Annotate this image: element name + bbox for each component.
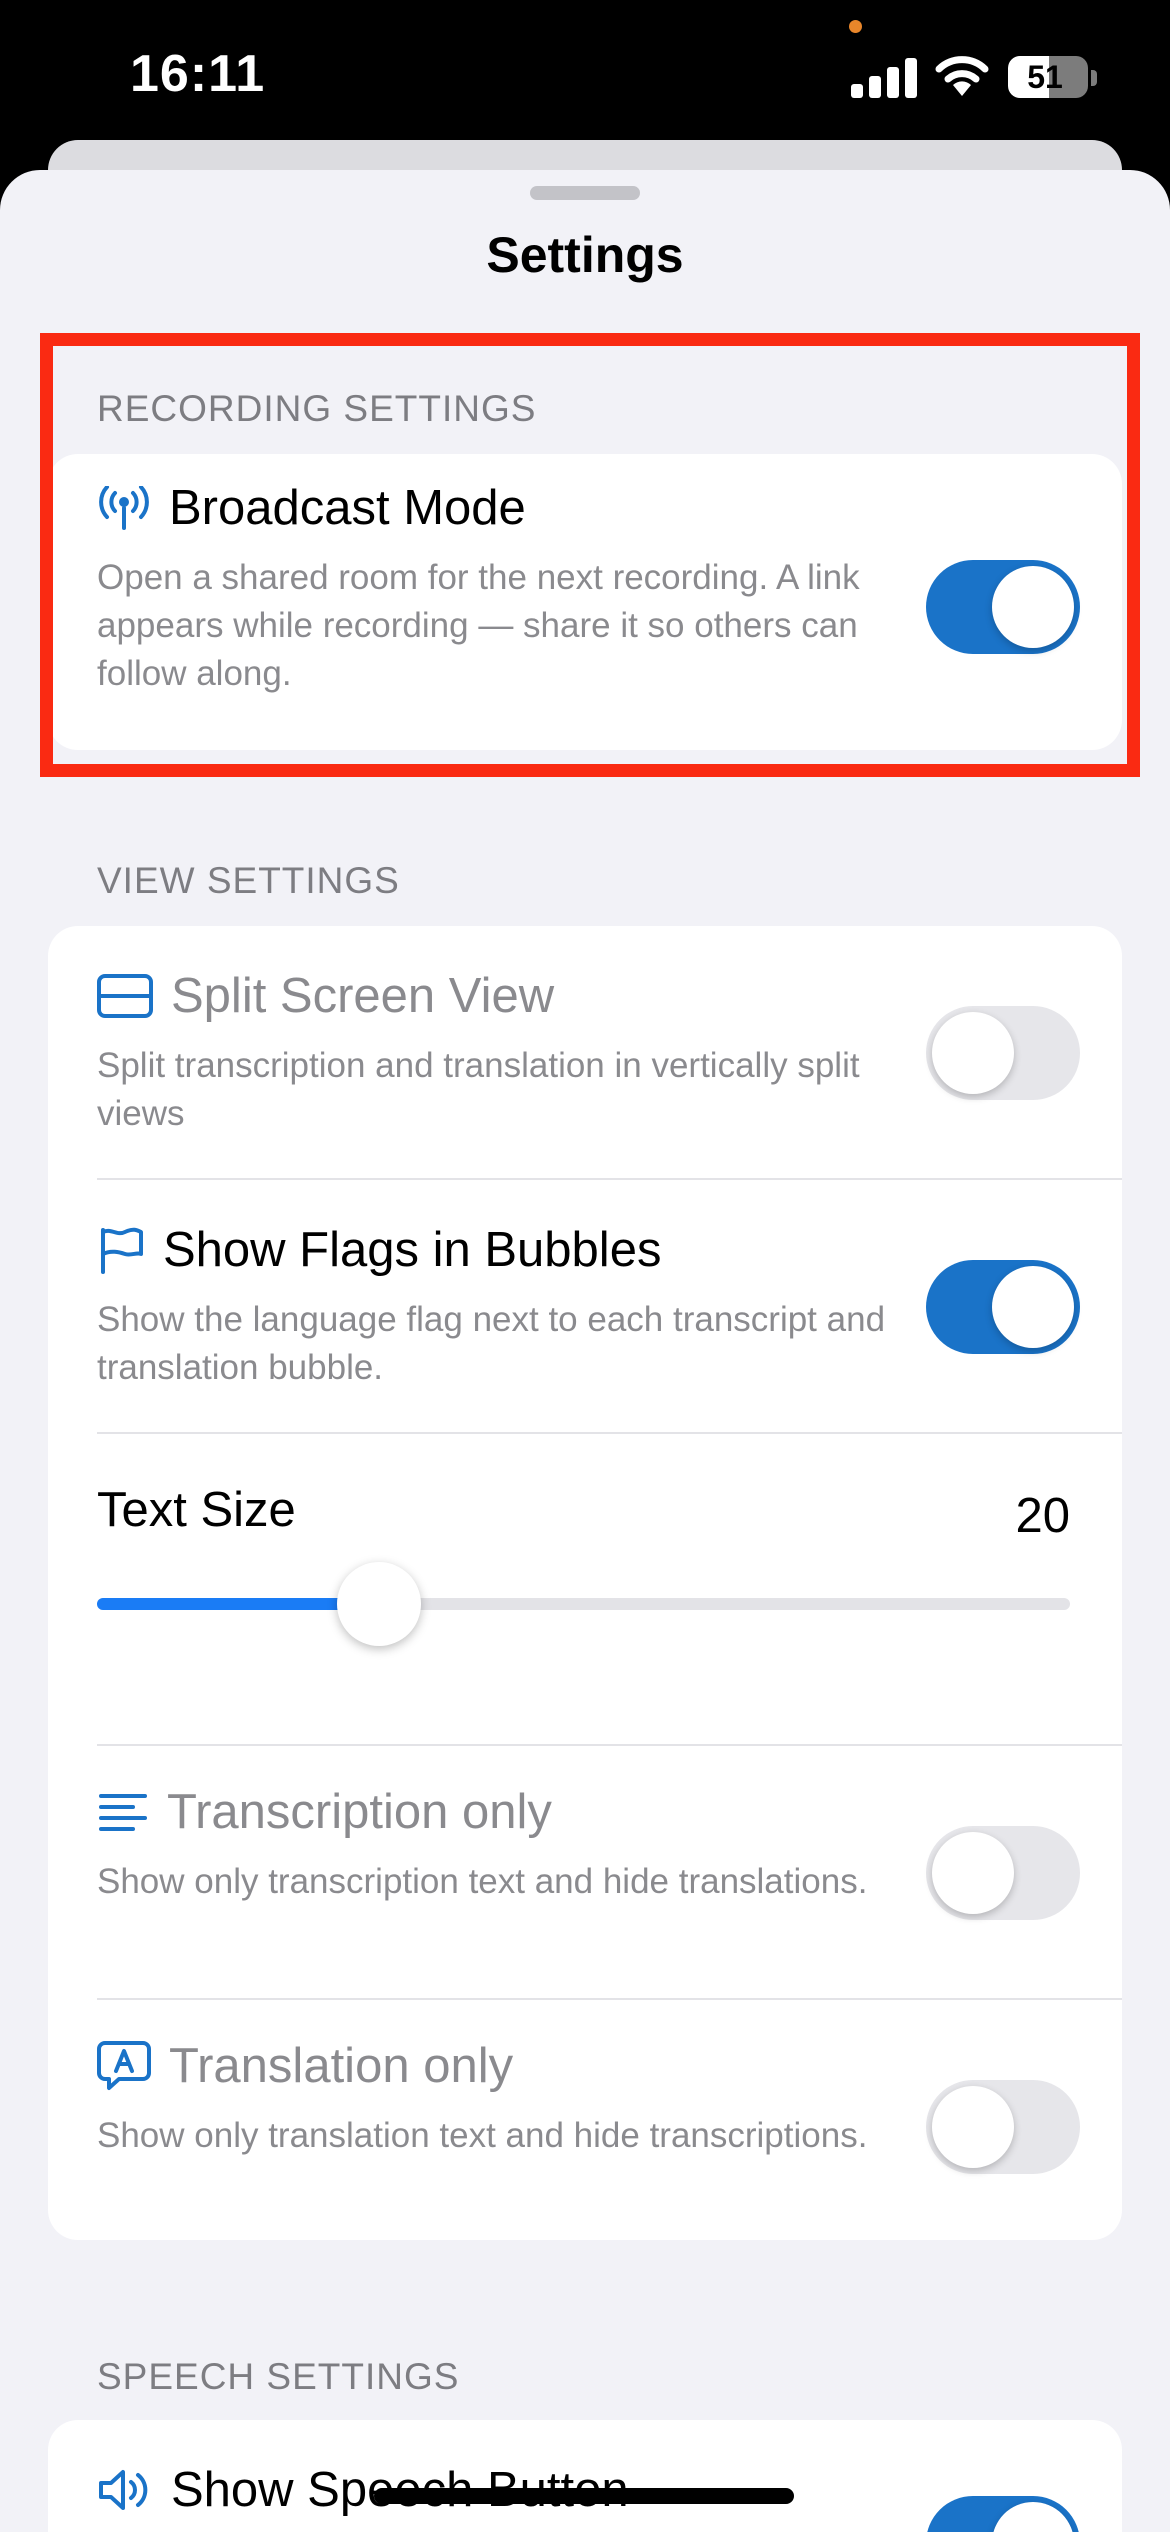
view-settings-card: Split Screen View Split transcription an… <box>48 926 1122 2240</box>
wifi-icon <box>934 52 990 98</box>
toggle-knob <box>932 2086 1014 2168</box>
flag-icon <box>97 1226 145 1274</box>
toggle-knob <box>932 1832 1014 1914</box>
slider-thumb[interactable] <box>337 1562 422 1646</box>
cellular-signal-icon <box>851 56 917 98</box>
text-lines-icon <box>97 1790 149 1834</box>
speech-settings-card: Show Speech Button <box>48 2420 1122 2532</box>
translation-only-toggle[interactable] <box>926 2080 1080 2174</box>
show-flags-row[interactable]: Show Flags in Bubbles Show the language … <box>48 1180 1122 1432</box>
split-screen-title: Split Screen View <box>171 969 555 1023</box>
transcription-only-toggle[interactable] <box>926 1826 1080 1920</box>
text-size-label: Text Size <box>97 1483 296 1537</box>
show-flags-description: Show the language flag next to each tran… <box>97 1300 886 1387</box>
text-size-value: 20 <box>1015 1489 1070 1543</box>
text-size-slider[interactable] <box>97 1562 1070 1646</box>
toggle-knob <box>992 2502 1074 2532</box>
sheet-title: Settings <box>486 227 684 283</box>
split-screen-description: Split transcription and translation in v… <box>97 1046 860 1133</box>
battery-cap <box>1091 70 1097 86</box>
settings-sheet: Settings RECORDING SETTINGS Broadcast Mo… <box>0 170 1170 2532</box>
home-indicator[interactable] <box>374 2488 794 2504</box>
speech-settings-header: SPEECH SETTINGS <box>97 2356 460 2397</box>
sheet-grabber[interactable] <box>530 186 640 200</box>
transcription-only-description: Show only transcription text and hide tr… <box>97 1862 868 1901</box>
speaker-icon <box>97 2468 153 2512</box>
show-speech-button-row[interactable]: Show Speech Button <box>48 2420 1122 2532</box>
battery-icon: 51 <box>1008 56 1088 98</box>
status-bar: 16:11 51 <box>0 0 1170 150</box>
split-screen-title-line: Split Screen View <box>97 966 554 1026</box>
translation-only-title: Translation only <box>169 2039 514 2093</box>
split-screen-toggle[interactable] <box>926 1006 1080 1100</box>
translation-only-title-line: Translation only <box>97 2036 513 2096</box>
privacy-indicator-dot <box>849 20 862 33</box>
transcription-only-row[interactable]: Transcription only Show only transcripti… <box>48 1746 1122 1998</box>
show-flags-title: Show Flags in Bubbles <box>163 1223 662 1277</box>
split-screen-row[interactable]: Split Screen View Split transcription an… <box>48 926 1122 1178</box>
show-flags-toggle[interactable] <box>926 1260 1080 1354</box>
show-flags-title-line: Show Flags in Bubbles <box>97 1220 661 1280</box>
highlight-box <box>40 333 1140 777</box>
view-settings-header: VIEW SETTINGS <box>97 860 400 901</box>
text-size-row: Text Size 20 <box>48 1434 1122 1744</box>
transcription-only-title: Transcription only <box>167 1785 552 1839</box>
toggle-knob <box>932 1012 1014 1094</box>
translation-only-description: Show only translation text and hide tran… <box>97 2116 868 2155</box>
show-speech-button-toggle[interactable] <box>926 2496 1080 2532</box>
status-time: 16:11 <box>130 45 266 103</box>
toggle-knob <box>992 1266 1074 1348</box>
battery-level: 51 <box>1027 59 1063 95</box>
translation-only-row[interactable]: Translation only Show only translation t… <box>48 2000 1122 2240</box>
transcription-only-title-line: Transcription only <box>97 1782 552 1842</box>
translate-bubble-icon <box>97 2040 151 2092</box>
split-view-icon <box>97 974 153 1018</box>
